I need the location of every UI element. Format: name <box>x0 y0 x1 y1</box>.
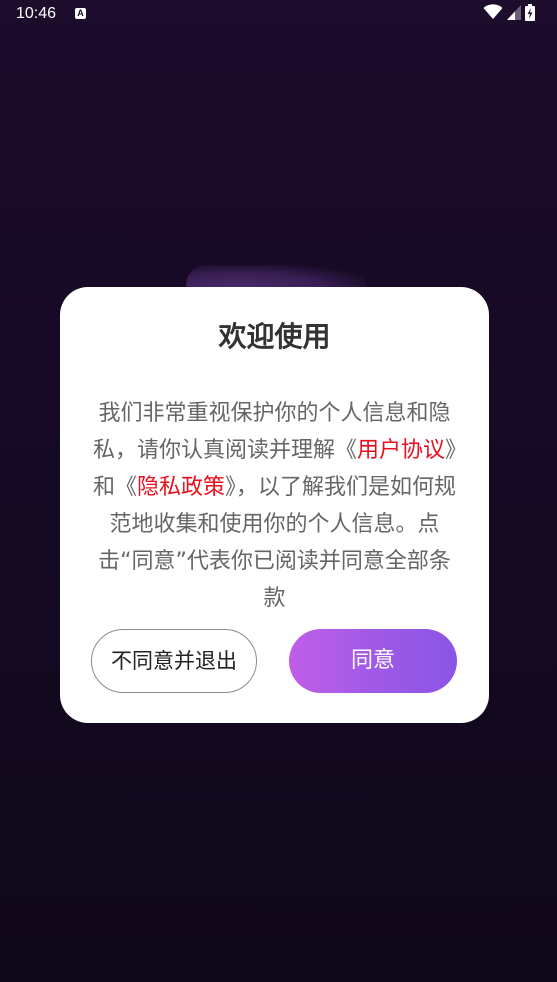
privacy-policy-link[interactable]: 隐私政策 <box>137 475 225 500</box>
dialog-body: 我们非常重视保护你的个人信息和隐私，请你认真阅读并理解《用户协议》和《隐私政策》… <box>88 395 461 617</box>
status-icons <box>483 3 535 25</box>
privacy-consent-dialog: 欢迎使用 我们非常重视保护你的个人信息和隐私，请你认真阅读并理解《用户协议》和《… <box>60 287 489 723</box>
user-agreement-link[interactable]: 用户协议 <box>357 438 445 463</box>
dialog-title: 欢迎使用 <box>218 320 331 353</box>
decline-and-exit-button[interactable]: 不同意并退出 <box>91 629 257 693</box>
status-time: 10:46 <box>16 5 57 22</box>
signal-icon <box>507 4 521 24</box>
agree-button[interactable]: 同意 <box>289 629 457 693</box>
a-box-icon: A <box>75 8 86 19</box>
battery-charging-icon <box>525 3 535 25</box>
wifi-icon <box>483 4 503 24</box>
status-bar: 10:46 A <box>0 0 557 28</box>
